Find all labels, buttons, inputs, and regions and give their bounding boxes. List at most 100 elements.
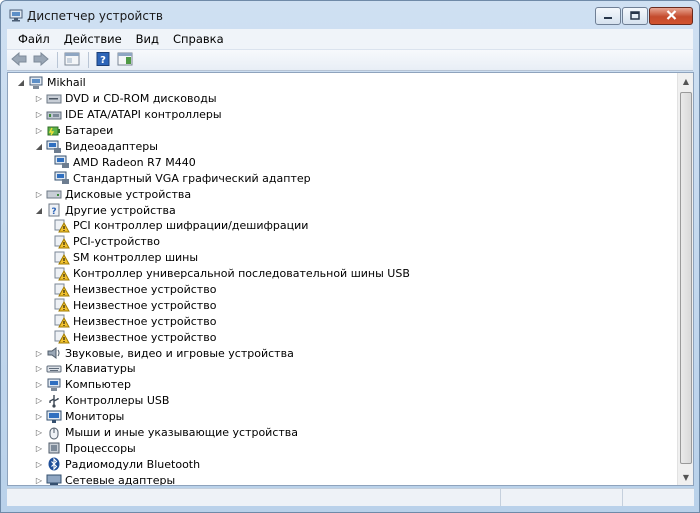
category-disk-drives[interactable]: ▷ Дисковые устройства xyxy=(8,186,678,202)
category-label: Клавиатуры xyxy=(65,362,136,376)
device-label: AMD Radeon R7 M440 xyxy=(73,155,196,169)
category-sound[interactable]: ▷ Звуковые, видео и игровые устройства xyxy=(8,345,678,361)
category-bluetooth[interactable]: ▷ Радиомодули Bluetooth xyxy=(8,456,678,472)
menu-help[interactable]: Справка xyxy=(166,30,231,48)
collapse-arrow-icon[interactable]: ◢ xyxy=(34,142,44,152)
category-keyboards[interactable]: ▷ Клавиатуры xyxy=(8,361,678,377)
forward-icon xyxy=(33,51,49,69)
properties-button[interactable] xyxy=(62,51,82,69)
toolbar-separator xyxy=(57,52,58,68)
device-item[interactable]: Неизвестное устройство xyxy=(8,313,678,329)
category-monitors[interactable]: ▷ Мониторы xyxy=(8,409,678,425)
category-label: Видеоадаптеры xyxy=(65,140,158,153)
scroll-down-icon: ▼ xyxy=(682,472,690,482)
display-adapter-icon xyxy=(46,140,62,154)
processor-icon xyxy=(46,441,62,455)
device-item[interactable]: Контроллер универсальной последовательно… xyxy=(8,266,678,282)
scroll-up-button[interactable]: ▲ xyxy=(678,73,693,89)
device-label: Стандартный VGA графический адаптер xyxy=(73,171,311,185)
expand-arrow-icon[interactable]: ▷ xyxy=(34,348,44,358)
status-panel-secondary xyxy=(501,489,623,506)
expand-arrow-icon[interactable]: ▷ xyxy=(34,443,44,453)
category-usb[interactable]: ▷ Контроллеры USB xyxy=(8,393,678,409)
category-network-adapters[interactable]: ▷ Сетевые адаптеры xyxy=(8,472,678,485)
caption-buttons xyxy=(594,7,693,25)
device-label: Неизвестное устройство xyxy=(73,298,217,312)
expand-arrow-icon[interactable]: ▷ xyxy=(34,412,44,422)
window-title: Диспетчер устройств xyxy=(27,9,164,23)
minimize-button[interactable] xyxy=(595,7,621,25)
device-item[interactable]: Неизвестное устройство xyxy=(8,282,678,298)
close-button[interactable] xyxy=(649,7,693,25)
category-batteries[interactable]: ▷ Батареи xyxy=(8,123,678,139)
device-item[interactable]: PCI контроллер шифрации/дешифрации xyxy=(8,218,678,234)
tree-root[interactable]: ◢ Mikhail xyxy=(8,75,678,91)
category-mice[interactable]: ▷ Мыши и иные указывающие устройства xyxy=(8,425,678,441)
category-dvd[interactable]: ▷ DVD и CD-ROM дисководы xyxy=(8,91,678,107)
category-processors[interactable]: ▷ Процессоры xyxy=(8,440,678,456)
warning-device-icon xyxy=(54,283,70,297)
device-label: PCI-устройство xyxy=(73,235,161,249)
console-button[interactable] xyxy=(115,51,135,69)
device-manager-window: Диспетчер устройств Файл Действие Вид Сп… xyxy=(0,0,700,513)
expand-arrow-icon[interactable]: ▷ xyxy=(34,110,44,120)
category-computer[interactable]: ▷ Компьютер xyxy=(8,377,678,393)
warning-device-icon xyxy=(54,219,70,233)
collapse-arrow-icon[interactable]: ◢ xyxy=(34,205,44,215)
svg-text:?: ? xyxy=(100,55,106,66)
device-label: PCI контроллер шифрации/дешифрации xyxy=(73,219,309,233)
expand-arrow-icon[interactable]: ▷ xyxy=(34,189,44,199)
help-button[interactable]: ? xyxy=(93,51,113,69)
expand-arrow-icon[interactable]: ▷ xyxy=(34,94,44,104)
console-icon xyxy=(117,52,133,69)
computer-icon xyxy=(28,76,44,90)
expand-arrow-icon[interactable]: ▷ xyxy=(34,459,44,469)
expand-arrow-icon[interactable]: ▷ xyxy=(34,380,44,390)
device-item[interactable]: SM контроллер шины xyxy=(8,250,678,266)
expand-arrow-icon[interactable]: ▷ xyxy=(34,126,44,136)
toolbar-separator xyxy=(88,52,89,68)
expand-arrow-icon[interactable]: ▷ xyxy=(34,364,44,374)
warning-device-icon xyxy=(54,314,70,328)
scroll-down-button[interactable]: ▼ xyxy=(678,469,693,485)
monitor-icon xyxy=(46,410,62,424)
maximize-button[interactable] xyxy=(622,7,648,25)
category-label: Батареи xyxy=(65,124,114,138)
disk-drive-icon xyxy=(46,187,62,201)
vertical-scrollbar[interactable]: ▲ ▼ xyxy=(677,73,693,485)
menu-action[interactable]: Действие xyxy=(57,30,129,48)
device-item[interactable]: PCI-устройство xyxy=(8,234,678,250)
warning-device-icon xyxy=(54,267,70,281)
back-button[interactable] xyxy=(9,51,29,69)
scroll-thumb[interactable] xyxy=(680,92,692,464)
category-ide[interactable]: ▷ IDE ATA/ATAPI контроллеры xyxy=(8,107,678,123)
expand-arrow-icon[interactable]: ▷ xyxy=(34,428,44,438)
expand-arrow-icon[interactable]: ▷ xyxy=(34,475,44,485)
device-item[interactable]: Неизвестное устройство xyxy=(8,329,678,345)
category-label: DVD и CD-ROM дисководы xyxy=(65,92,217,106)
keyboard-icon xyxy=(46,362,62,376)
tree-root-label: Mikhail xyxy=(47,76,86,90)
warning-device-icon xyxy=(54,235,70,249)
category-label: Процессоры xyxy=(65,441,136,455)
scroll-up-icon: ▲ xyxy=(682,76,690,86)
device-manager-icon xyxy=(9,9,23,22)
device-item[interactable]: Стандартный VGA графический адаптер xyxy=(8,170,678,186)
menu-file[interactable]: Файл xyxy=(11,30,57,48)
menu-view[interactable]: Вид xyxy=(129,30,166,48)
category-other-devices[interactable]: ◢ ? Другие устройства xyxy=(8,202,678,218)
network-adapter-icon xyxy=(46,473,62,485)
computer-icon xyxy=(46,378,62,392)
expand-arrow-icon[interactable]: ▷ xyxy=(34,396,44,406)
device-item[interactable]: Неизвестное устройство xyxy=(8,297,678,313)
device-label: Неизвестное устройство xyxy=(73,314,217,328)
maximize-icon xyxy=(630,10,640,23)
menu-bar: Файл Действие Вид Справка xyxy=(7,29,693,49)
device-item[interactable]: AMD Radeon R7 M440 xyxy=(8,154,678,170)
collapse-arrow-icon[interactable]: ◢ xyxy=(16,78,26,88)
forward-button[interactable] xyxy=(31,51,51,69)
status-bar xyxy=(7,488,694,506)
other-devices-icon: ? xyxy=(46,203,62,217)
category-display-adapters[interactable]: ◢ Видеоадаптеры xyxy=(8,139,678,155)
title-bar[interactable]: Диспетчер устройств xyxy=(1,1,699,29)
